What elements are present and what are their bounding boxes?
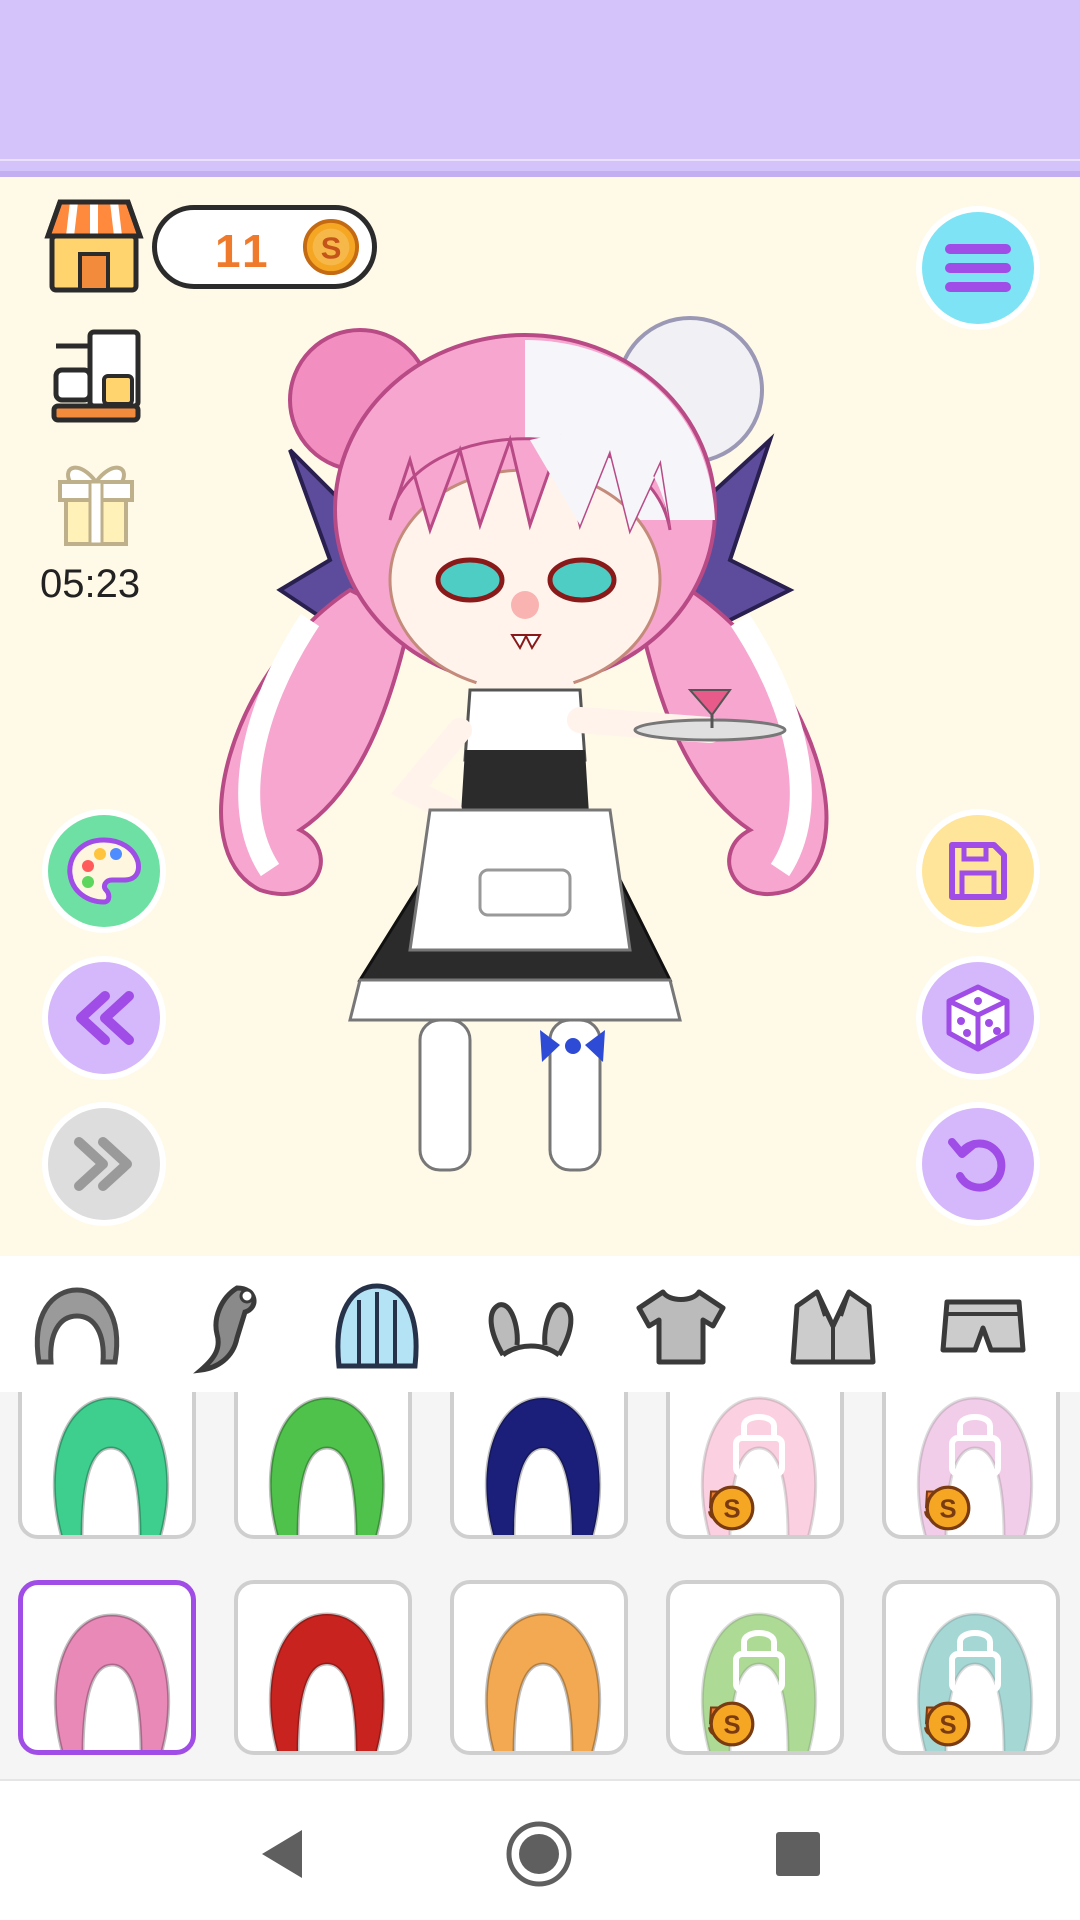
hair-preview (484, 1612, 602, 1751)
undo-button[interactable] (922, 1108, 1034, 1220)
hair-back-icon (335, 1283, 419, 1369)
ears-icon (488, 1302, 574, 1358)
home-icon (506, 1821, 572, 1887)
hair-item-tile[interactable]: S5 (666, 1580, 844, 1755)
svg-text:S: S (939, 1496, 956, 1524)
hair-item-tile[interactable] (450, 1392, 628, 1539)
save-button[interactable] (922, 815, 1034, 927)
tab-jacket[interactable] (778, 1276, 888, 1376)
save-icon (949, 842, 1007, 900)
randomize-button[interactable] (922, 962, 1034, 1074)
hair-item-tile[interactable] (234, 1580, 412, 1755)
palette-icon (67, 837, 141, 905)
recents-button[interactable] (763, 1819, 833, 1889)
previous-button[interactable] (48, 962, 160, 1074)
coin-icon: S (302, 218, 360, 276)
hair-preview (52, 1396, 170, 1535)
coin-counter: 11 S (152, 205, 377, 289)
category-tab-bar (0, 1256, 1080, 1392)
hair-item-tile[interactable]: S5 (882, 1580, 1060, 1755)
dice-icon (946, 984, 1010, 1052)
fast-forward-icon (74, 1137, 132, 1191)
coin-icon: S (925, 1485, 971, 1531)
hair-item-tile[interactable] (18, 1580, 196, 1755)
hair-preview (700, 1396, 818, 1535)
tab-ears[interactable] (476, 1276, 586, 1376)
svg-text:S: S (723, 1712, 740, 1740)
shop-icon[interactable] (44, 196, 144, 296)
back-button[interactable] (246, 1819, 316, 1889)
gift-icon[interactable] (54, 456, 138, 548)
ad-banner[interactable] (0, 0, 1080, 177)
coin-icon: S (709, 1485, 755, 1531)
hair-item-tile[interactable]: S5 (666, 1392, 844, 1539)
hair-preview (268, 1396, 386, 1535)
color-palette-button[interactable] (48, 815, 160, 927)
coin-icon: S (925, 1701, 971, 1747)
tab-shorts[interactable] (928, 1276, 1038, 1376)
accessory-icon (193, 1285, 257, 1374)
coin-icon: S (709, 1701, 755, 1747)
hair-preview (916, 1612, 1034, 1751)
coin-count: 11 (215, 225, 272, 277)
tab-hair-front[interactable] (22, 1276, 132, 1376)
item-price: S5 (707, 1699, 755, 1747)
item-grid: S5 S5 S5 S5 (0, 1392, 1080, 1779)
next-button[interactable] (48, 1108, 160, 1220)
menu-button[interactable] (922, 212, 1034, 324)
hair-preview (700, 1612, 818, 1751)
hair-preview (53, 1613, 171, 1750)
shirt-icon (636, 1289, 726, 1365)
svg-text:S: S (723, 1496, 740, 1524)
tab-accessory[interactable] (172, 1276, 282, 1376)
jacket-icon (790, 1289, 876, 1365)
tab-hair-back[interactable] (322, 1276, 432, 1376)
hair-preview (916, 1396, 1034, 1535)
home-button[interactable] (504, 1819, 574, 1889)
hair-item-tile[interactable] (450, 1580, 628, 1755)
crafting-machine-icon[interactable] (46, 326, 146, 426)
item-price: S5 (707, 1483, 755, 1531)
recents-icon (776, 1832, 820, 1876)
rewind-icon (76, 991, 134, 1045)
hair-preview (268, 1612, 386, 1751)
hair-item-tile[interactable]: S5 (882, 1392, 1060, 1539)
tab-shirt[interactable] (626, 1276, 736, 1376)
svg-text:S: S (939, 1712, 956, 1740)
shorts-icon (940, 1299, 1026, 1353)
system-nav-bar (0, 1779, 1080, 1920)
gift-timer: 05:23 (40, 562, 141, 606)
character-avatar (219, 316, 829, 1172)
hair-front-icon (34, 1287, 120, 1365)
svg-text:S: S (321, 231, 342, 266)
hair-item-tile[interactable] (234, 1392, 412, 1539)
item-price: S5 (923, 1699, 971, 1747)
item-price: S5 (923, 1483, 971, 1531)
hair-item-tile[interactable] (18, 1392, 196, 1539)
menu-icon (945, 244, 1011, 292)
undo-icon (948, 1138, 1006, 1192)
hair-preview (484, 1396, 602, 1535)
back-icon (262, 1830, 302, 1878)
